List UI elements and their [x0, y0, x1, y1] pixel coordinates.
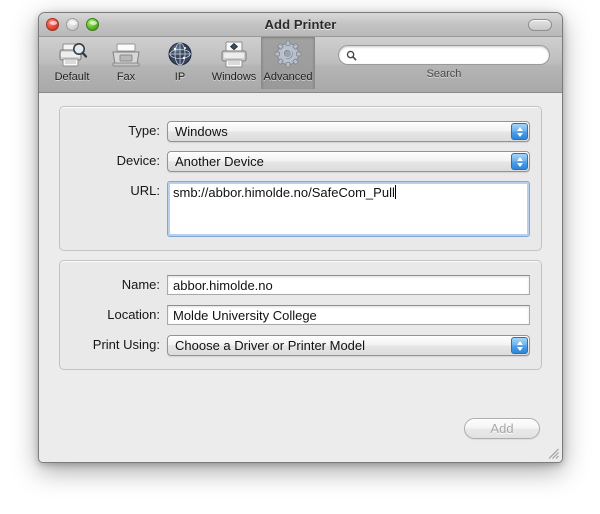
window-title: Add Printer [264, 17, 337, 32]
url-row: URL: smb://abbor.himolde.no/SafeCom_Pull [59, 181, 530, 237]
printer-search-icon [56, 40, 88, 70]
chevron-down-icon [516, 132, 523, 137]
name-input[interactable]: abbor.himolde.no [167, 275, 530, 295]
print-using-stepper-icon[interactable] [511, 337, 528, 354]
location-label: Location: [107, 307, 160, 322]
chevron-up-icon [516, 126, 523, 131]
toolbar-item-label: IP [174, 71, 186, 83]
add-printer-window: Add Printer Default Fax IP Windows Advan… [38, 12, 563, 463]
fax-icon [110, 40, 142, 70]
toolbar-item-label: Advanced [263, 71, 313, 83]
toolbar-item-ip[interactable]: IP [153, 37, 207, 89]
location-input[interactable]: Molde University College [167, 305, 530, 325]
chevron-down-icon [516, 162, 523, 167]
print-using-label: Print Using: [92, 337, 160, 352]
device-stepper-icon[interactable] [511, 153, 528, 170]
name-label: Name: [121, 277, 160, 292]
url-value: smb://abbor.himolde.no/SafeCom_Pull [173, 185, 395, 200]
toolbar-item-fax[interactable]: Fax [99, 37, 153, 89]
toolbar-item-label: Default [54, 71, 90, 83]
screenshot-stage: Add Printer Default Fax IP Windows Advan… [0, 0, 600, 514]
print-using-popup-button[interactable]: Choose a Driver or Printer Model [167, 335, 530, 356]
print-using-value: Choose a Driver or Printer Model [175, 338, 366, 353]
device-row: Device: Another Device [59, 151, 530, 172]
window-titlebar[interactable]: Add Printer [39, 13, 562, 37]
search-icon [346, 50, 357, 61]
toolbar-toggle-button[interactable] [528, 19, 552, 31]
globe-icon [164, 40, 196, 70]
type-label: Type: [128, 123, 160, 138]
search-field[interactable] [338, 45, 550, 65]
toolbar-item-label: Windows [211, 71, 257, 83]
chevron-up-icon [516, 156, 523, 161]
location-row: Location: Molde University College [59, 305, 530, 325]
device-label: Device: [116, 153, 160, 168]
print-using-row: Print Using: Choose a Driver or Printer … [59, 335, 530, 356]
printer-network-icon [218, 40, 250, 70]
toolbar: Default Fax IP Windows Advanced Search [39, 37, 562, 93]
content-area: Type: Windows Device: Another Device URL… [39, 93, 562, 462]
type-value: Windows [175, 124, 228, 139]
toolbar-item-label: Fax [116, 71, 136, 83]
search-label: Search [426, 68, 462, 80]
text-caret [394, 185, 396, 199]
toolbar-item-advanced[interactable]: Advanced [261, 37, 315, 89]
type-stepper-icon[interactable] [511, 123, 528, 140]
add-button[interactable]: Add [464, 418, 540, 439]
chevron-down-icon [516, 346, 523, 351]
location-value: Molde University College [173, 307, 317, 323]
name-value: abbor.himolde.no [173, 277, 273, 293]
toolbar-search: Search [338, 45, 550, 80]
search-input[interactable] [361, 48, 545, 62]
type-row: Type: Windows [59, 121, 530, 142]
resize-grip[interactable] [546, 446, 560, 460]
device-value: Another Device [175, 154, 264, 169]
add-button-label: Add [490, 421, 514, 436]
url-textarea[interactable]: smb://abbor.himolde.no/SafeCom_Pull [167, 181, 530, 237]
name-row: Name: abbor.himolde.no [59, 275, 530, 295]
gear-icon [272, 40, 304, 70]
type-popup-button[interactable]: Windows [167, 121, 530, 142]
chevron-up-icon [516, 340, 523, 345]
device-popup-button[interactable]: Another Device [167, 151, 530, 172]
toolbar-item-default[interactable]: Default [45, 37, 99, 89]
toolbar-item-windows[interactable]: Windows [207, 37, 261, 89]
url-label: URL: [130, 183, 160, 198]
